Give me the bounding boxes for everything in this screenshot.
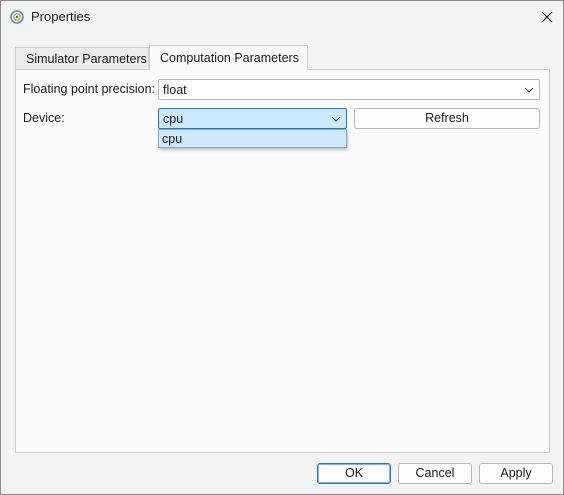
properties-dialog: Properties Simulator Parameters Computat… [0,0,564,495]
precision-label: Floating point precision: [23,82,156,96]
precision-combobox[interactable]: float [158,79,540,100]
dropdown-option-cpu[interactable]: cpu [159,130,346,147]
cancel-button[interactable]: Cancel [398,463,472,484]
chevron-down-icon [524,87,534,93]
device-label: Device: [23,111,65,125]
app-icon [10,10,24,24]
device-dropdown-list: cpu [158,129,347,148]
device-value: cpu [163,112,184,126]
close-button[interactable] [531,1,563,33]
device-combobox[interactable]: cpu [158,108,347,129]
ok-button[interactable]: OK [317,463,391,484]
refresh-button[interactable]: Refresh [354,108,540,129]
tab-computation-parameters[interactable]: Computation Parameters [149,45,308,70]
apply-button[interactable]: Apply [479,463,553,484]
title-bar: Properties [1,1,563,33]
precision-value: float [163,83,187,97]
window-title: Properties [31,9,91,24]
chevron-down-icon [331,116,341,122]
tab-simulator-parameters[interactable]: Simulator Parameters [15,47,149,69]
close-icon [541,11,553,23]
